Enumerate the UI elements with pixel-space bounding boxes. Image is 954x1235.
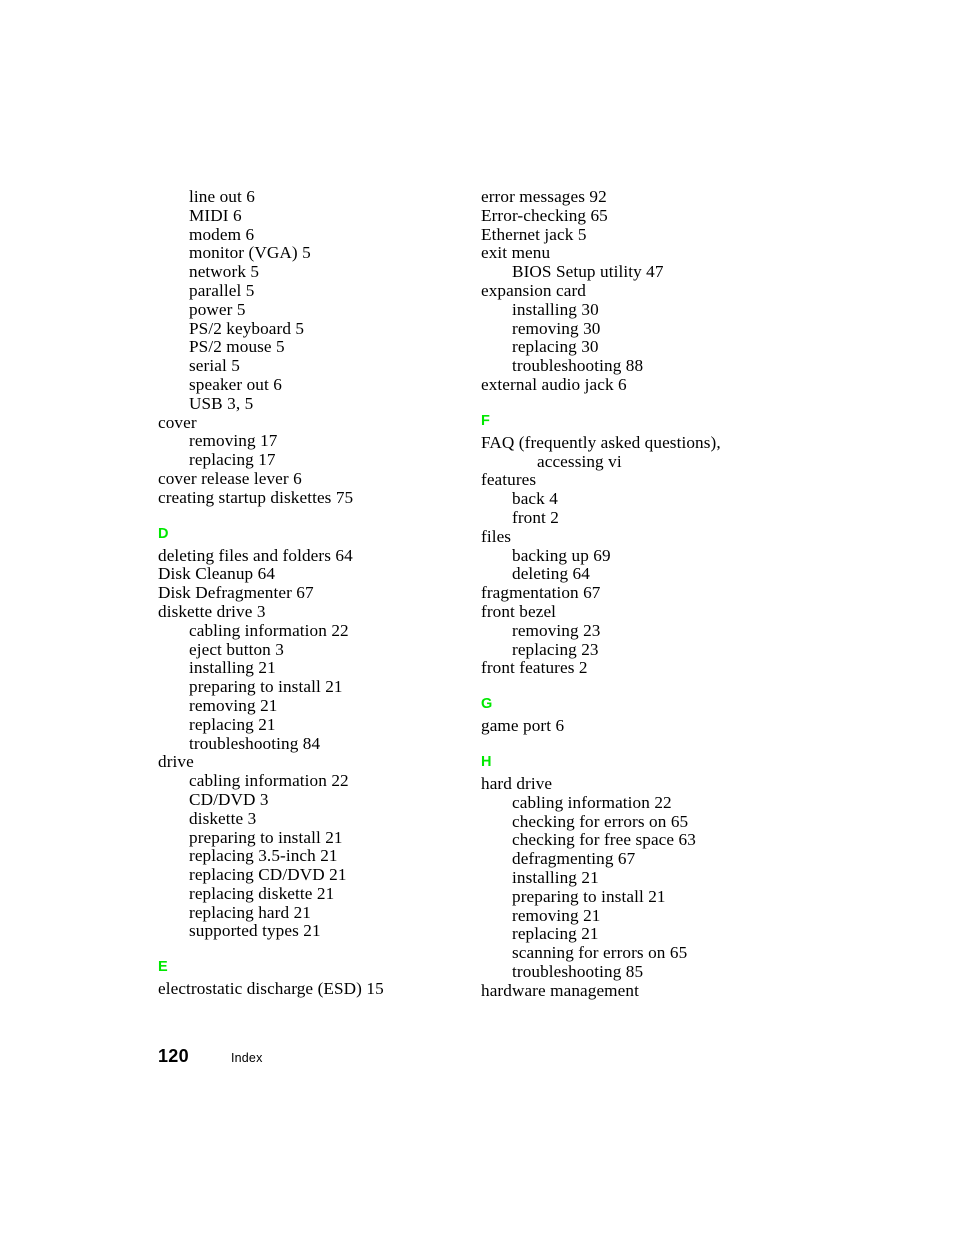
index-entry: Error-checking 65 <box>481 205 608 225</box>
index-entry: fragmentation 67 <box>481 583 601 603</box>
index-subentry: replacing 21 <box>512 924 599 944</box>
index-subentry: cabling information 22 <box>189 620 349 640</box>
index-entry: cover <box>158 412 197 432</box>
index-subentry: replacing 30 <box>512 337 599 357</box>
index-entry: front features 2 <box>481 658 588 678</box>
index-entry: files <box>481 526 512 546</box>
index-subentry: checking for errors on 65 <box>512 811 689 831</box>
index-columns: line out 6 MIDI 6 modem 6 monitor (VGA) 5 ne… <box>158 187 858 1001</box>
index-subentry: replacing CD/DVD 21 <box>189 865 347 885</box>
index-column-right: error messages 92 Error-checking 65 Ethern… <box>481 187 781 1001</box>
index-subentry: removing 21 <box>189 695 278 715</box>
index-subentry: replacing diskette 21 <box>189 883 335 903</box>
index-entry: game port 6 <box>481 716 565 736</box>
index-subentry: BIOS Setup utility 47 <box>512 262 664 282</box>
index-subentry: diskette 3 <box>189 808 257 828</box>
index-subentry: network 5 <box>189 262 260 282</box>
index-subentry: serial 5 <box>189 356 240 376</box>
page-footer: 120 Index <box>158 1046 263 1067</box>
index-column-left: line out 6 MIDI 6 modem 6 monitor (VGA) 5 ne… <box>158 187 458 999</box>
index-section-continued: line out 6 MIDI 6 modem 6 monitor (VGA) 5 ne… <box>158 187 458 508</box>
index-subentry: replacing hard 21 <box>189 902 311 922</box>
index-subentry: MIDI 6 <box>189 205 242 225</box>
index-subentry: removing 21 <box>512 905 601 925</box>
index-entry: diskette drive 3 <box>158 601 266 621</box>
index-subentry: preparing to install 21 <box>512 886 666 906</box>
index-subentry: line out 6 <box>189 187 255 206</box>
index-subentry: eject button 3 <box>189 639 284 659</box>
index-subentry: USB 3, 5 <box>189 393 254 413</box>
index-subentry: PS/2 keyboard 5 <box>189 318 305 338</box>
index-subentry: preparing to install 21 <box>189 677 343 697</box>
index-section-e: Eelectrostatic discharge (ESD) 15 <box>158 959 458 999</box>
footer-page-number: 120 <box>158 1046 189 1066</box>
index-subentry: replacing 23 <box>512 639 599 659</box>
index-entry: external audio jack 6 <box>481 374 627 394</box>
index-subentry: deleting 64 <box>512 564 590 584</box>
index-section-g: Ggame port 6 <box>481 696 781 736</box>
index-entry: cover release lever 6 <box>158 468 302 488</box>
index-subentry: PS/2 mouse 5 <box>189 337 285 357</box>
index-subentry: CD/DVD 3 <box>189 789 269 809</box>
index-entry: features <box>481 470 537 490</box>
index-subentry: troubleshooting 85 <box>512 961 644 981</box>
index-subentry: parallel 5 <box>189 280 255 300</box>
index-subentry: checking for free space 63 <box>512 830 696 850</box>
index-subentry: speaker out 6 <box>189 374 282 394</box>
index-subentry: installing 21 <box>189 658 276 678</box>
index-subentry: installing 21 <box>512 867 599 887</box>
index-entry: electrostatic discharge (ESD) 15 <box>158 979 384 999</box>
index-subentry: installing 30 <box>512 299 599 319</box>
index-subentry: removing 17 <box>189 431 278 451</box>
index-page: line out 6 MIDI 6 modem 6 monitor (VGA) 5 ne… <box>0 0 954 1235</box>
index-entry: deleting files and folders 64 <box>158 545 353 565</box>
section-letter-heading: F <box>481 412 491 429</box>
index-subentry: monitor (VGA) 5 <box>189 243 311 263</box>
index-subentry: scanning for errors on 65 <box>512 943 688 963</box>
index-subentry: cabling information 22 <box>512 792 672 812</box>
index-entry: drive <box>158 752 194 772</box>
section-letter-heading: H <box>481 753 492 770</box>
index-subentry: troubleshooting 84 <box>189 733 321 753</box>
index-subentry: removing 30 <box>512 318 601 338</box>
index-entry: FAQ (frequently asked questions), <box>481 432 721 452</box>
index-subentry: troubleshooting 88 <box>512 356 644 376</box>
section-letter-heading: E <box>158 959 168 976</box>
index-subentry: replacing 17 <box>189 450 276 470</box>
index-entry: hardware management <box>481 980 639 1000</box>
index-subentry: cabling information 22 <box>189 771 349 791</box>
index-entry: Disk Cleanup 64 <box>158 564 276 584</box>
index-subentry: replacing 3.5-inch 21 <box>189 846 338 866</box>
index-subentry: backing up 69 <box>512 545 611 565</box>
index-section-continued: error messages 92 Error-checking 65 Ethern… <box>481 187 781 395</box>
index-subentry: back 4 <box>512 489 558 509</box>
index-entry: creating startup diskettes 75 <box>158 487 354 507</box>
footer-label: Index <box>230 1051 263 1065</box>
section-letter-heading: G <box>481 696 493 713</box>
index-subentry: supported types 21 <box>189 921 321 941</box>
index-subentry: preparing to install 21 <box>189 827 343 847</box>
index-entry: exit menu <box>481 243 551 263</box>
index-subentry: modem 6 <box>189 224 255 244</box>
index-section-h: Hhard drive cabling information 22 checkin… <box>481 754 781 1001</box>
section-letter-heading: D <box>158 525 169 542</box>
index-subentry: power 5 <box>189 299 246 319</box>
index-entry: Ethernet jack 5 <box>481 224 587 244</box>
index-subentry: defragmenting 67 <box>512 849 636 869</box>
index-subentry: replacing 21 <box>189 714 276 734</box>
index-section-d: Ddeleting files and folders 64 Disk Clean… <box>158 526 458 942</box>
index-section-f: F FAQ (frequently asked questions), access… <box>481 413 781 678</box>
index-subentry: removing 23 <box>512 620 601 640</box>
index-entry: expansion card <box>481 280 586 300</box>
index-entry: front bezel <box>481 601 557 621</box>
index-entry: hard drive <box>481 773 553 793</box>
index-subentry: front 2 <box>512 507 560 527</box>
index-entry: Disk Defragmenter 67 <box>158 583 314 603</box>
index-entry: error messages 92 <box>481 187 607 206</box>
index-entry-continuation: accessing vi <box>537 451 622 471</box>
